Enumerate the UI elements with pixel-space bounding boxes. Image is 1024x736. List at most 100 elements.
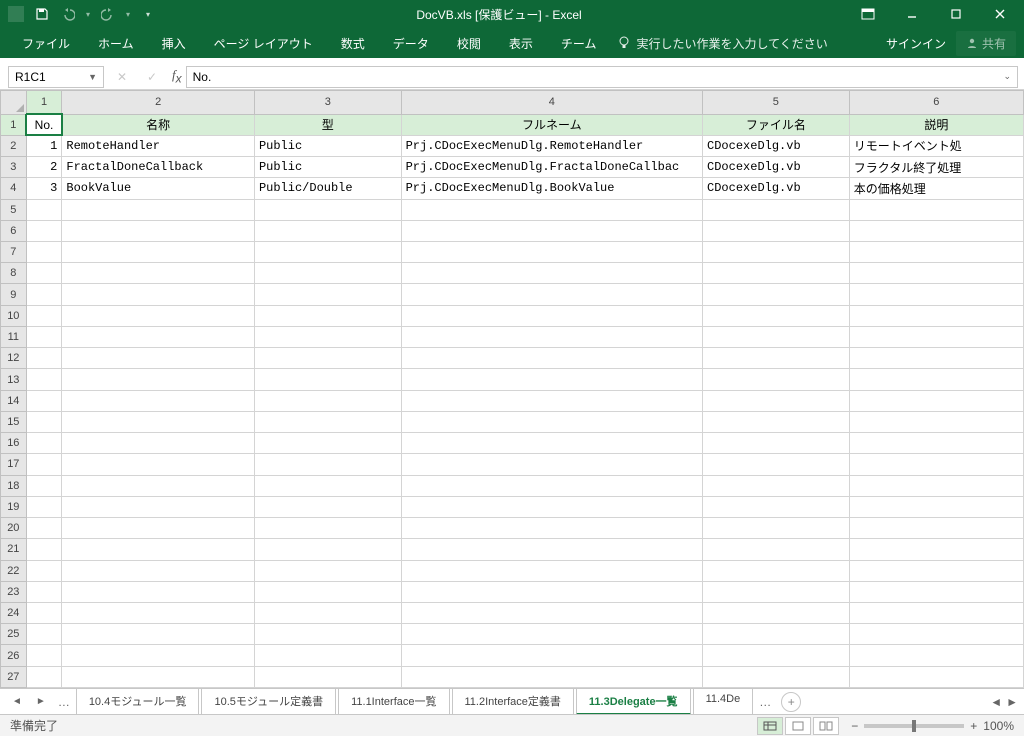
empty-cell[interactable] xyxy=(703,199,850,220)
row-header[interactable]: 11 xyxy=(1,326,27,347)
empty-cell[interactable] xyxy=(401,560,702,581)
empty-cell[interactable] xyxy=(703,326,850,347)
tab-file[interactable]: ファイル xyxy=(8,29,84,58)
empty-cell[interactable] xyxy=(26,284,62,305)
empty-cell[interactable] xyxy=(26,242,62,263)
empty-cell[interactable] xyxy=(254,475,401,496)
data-cell[interactable]: リモートイベント処 xyxy=(849,135,1023,156)
empty-cell[interactable] xyxy=(254,220,401,241)
empty-cell[interactable] xyxy=(703,518,850,539)
empty-cell[interactable] xyxy=(62,518,255,539)
name-box[interactable]: R1C1 ▼ xyxy=(8,66,104,88)
col-header[interactable]: 4 xyxy=(401,91,702,115)
data-cell[interactable]: Prj.CDocExecMenuDlg.RemoteHandler xyxy=(401,135,702,156)
sheet-nav-next-icon[interactable]: ► xyxy=(30,696,52,707)
empty-cell[interactable] xyxy=(401,284,702,305)
empty-cell[interactable] xyxy=(849,263,1023,284)
empty-cell[interactable] xyxy=(401,602,702,623)
empty-cell[interactable] xyxy=(401,454,702,475)
empty-cell[interactable] xyxy=(254,539,401,560)
empty-cell[interactable] xyxy=(849,645,1023,666)
empty-cell[interactable] xyxy=(254,496,401,517)
empty-cell[interactable] xyxy=(254,666,401,687)
empty-cell[interactable] xyxy=(62,496,255,517)
data-cell[interactable]: FractalDoneCallback xyxy=(62,157,255,178)
empty-cell[interactable] xyxy=(26,199,62,220)
empty-cell[interactable] xyxy=(254,454,401,475)
empty-cell[interactable] xyxy=(62,560,255,581)
empty-cell[interactable] xyxy=(62,390,255,411)
page-break-view-button[interactable] xyxy=(813,717,839,735)
empty-cell[interactable] xyxy=(849,602,1023,623)
empty-cell[interactable] xyxy=(26,581,62,602)
empty-cell[interactable] xyxy=(401,242,702,263)
empty-cell[interactable] xyxy=(62,199,255,220)
row-header[interactable]: 16 xyxy=(1,433,27,454)
sheet-more-left[interactable]: … xyxy=(54,695,74,709)
empty-cell[interactable] xyxy=(26,624,62,645)
empty-cell[interactable] xyxy=(849,220,1023,241)
empty-cell[interactable] xyxy=(703,624,850,645)
empty-cell[interactable] xyxy=(254,581,401,602)
tab-review[interactable]: 校閲 xyxy=(443,29,495,58)
row-header[interactable]: 22 xyxy=(1,560,27,581)
row-header[interactable]: 24 xyxy=(1,602,27,623)
empty-cell[interactable] xyxy=(62,602,255,623)
empty-cell[interactable] xyxy=(849,369,1023,390)
empty-cell[interactable] xyxy=(62,348,255,369)
row-header[interactable]: 25 xyxy=(1,624,27,645)
redo-icon[interactable] xyxy=(100,6,116,22)
empty-cell[interactable] xyxy=(26,454,62,475)
cancel-formula-icon[interactable]: ✕ xyxy=(110,66,134,88)
data-cell[interactable]: フラクタル終了処理 xyxy=(849,157,1023,178)
empty-cell[interactable] xyxy=(62,475,255,496)
sheet-tab[interactable]: 10.4モジュール一覧 xyxy=(76,688,200,715)
empty-cell[interactable] xyxy=(26,369,62,390)
maximize-button[interactable] xyxy=(936,0,976,28)
empty-cell[interactable] xyxy=(703,348,850,369)
page-layout-view-button[interactable] xyxy=(785,717,811,735)
sheet-nav-prev-icon[interactable]: ◄ xyxy=(6,696,28,707)
empty-cell[interactable] xyxy=(254,411,401,432)
empty-cell[interactable] xyxy=(401,326,702,347)
empty-cell[interactable] xyxy=(703,242,850,263)
tab-data[interactable]: データ xyxy=(379,29,443,58)
empty-cell[interactable] xyxy=(26,326,62,347)
empty-cell[interactable] xyxy=(703,454,850,475)
empty-cell[interactable] xyxy=(401,624,702,645)
data-cell[interactable]: Public xyxy=(254,135,401,156)
empty-cell[interactable] xyxy=(401,305,702,326)
data-cell[interactable]: Public xyxy=(254,157,401,178)
col-header[interactable]: 2 xyxy=(62,91,255,115)
row-header[interactable]: 9 xyxy=(1,284,27,305)
empty-cell[interactable] xyxy=(849,560,1023,581)
empty-cell[interactable] xyxy=(254,242,401,263)
undo-icon[interactable] xyxy=(60,6,76,22)
empty-cell[interactable] xyxy=(703,263,850,284)
header-cell[interactable]: ファイル名 xyxy=(703,114,850,135)
hscroll-left-icon[interactable]: ◄ xyxy=(990,695,1002,709)
empty-cell[interactable] xyxy=(703,305,850,326)
col-header[interactable]: 6 xyxy=(849,91,1023,115)
qat-customize-icon[interactable]: ▾ xyxy=(146,10,150,19)
empty-cell[interactable] xyxy=(62,411,255,432)
minimize-button[interactable] xyxy=(892,0,932,28)
empty-cell[interactable] xyxy=(849,518,1023,539)
empty-cell[interactable] xyxy=(849,539,1023,560)
fx-icon[interactable]: fx xyxy=(172,67,182,86)
formula-input[interactable]: No. ⌄ xyxy=(186,66,1018,88)
empty-cell[interactable] xyxy=(401,411,702,432)
save-icon[interactable] xyxy=(34,6,50,22)
empty-cell[interactable] xyxy=(401,348,702,369)
empty-cell[interactable] xyxy=(62,220,255,241)
empty-cell[interactable] xyxy=(703,602,850,623)
data-cell[interactable]: 3 xyxy=(26,178,62,199)
row-header[interactable]: 8 xyxy=(1,263,27,284)
data-cell[interactable]: 2 xyxy=(26,157,62,178)
row-header[interactable]: 14 xyxy=(1,390,27,411)
empty-cell[interactable] xyxy=(254,305,401,326)
tab-home[interactable]: ホーム xyxy=(84,29,148,58)
tab-view[interactable]: 表示 xyxy=(495,29,547,58)
empty-cell[interactable] xyxy=(849,348,1023,369)
header-cell[interactable]: 名称 xyxy=(62,114,255,135)
